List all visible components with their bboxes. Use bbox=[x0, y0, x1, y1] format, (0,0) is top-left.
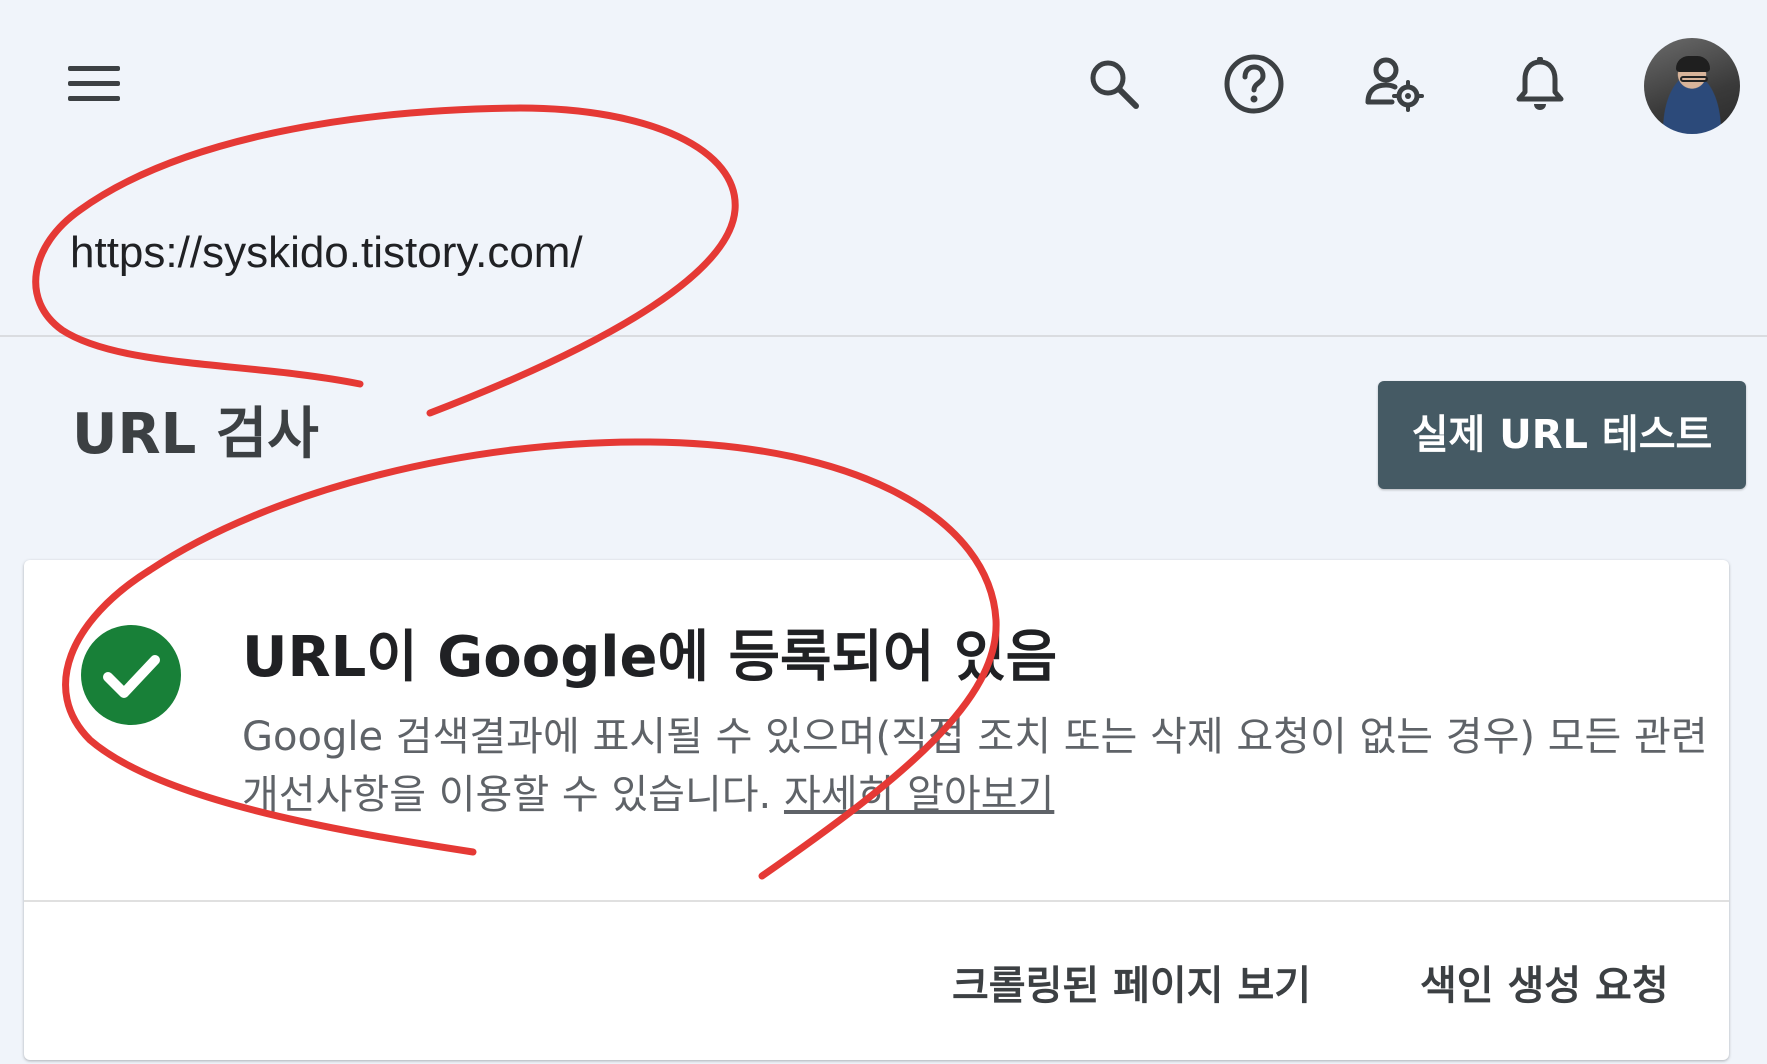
status-description: Google 검색결과에 표시될 수 있으며(직접 조치 또는 삭제 요청이 없… bbox=[242, 708, 1722, 824]
inspection-result-card: URL이 Google에 등록되어 있음 Google 검색결과에 표시될 수 … bbox=[24, 560, 1729, 1060]
check-circle-icon bbox=[80, 624, 182, 726]
manage-users-icon-graphic bbox=[1365, 57, 1424, 112]
property-url: https://syskido.tistory.com/ bbox=[70, 228, 583, 277]
avatar-glasses bbox=[1680, 76, 1708, 82]
status-title: URL이 Google에 등록되어 있음 bbox=[242, 625, 1058, 690]
menu-line bbox=[68, 81, 120, 86]
help-icon-graphic bbox=[1224, 54, 1284, 114]
top-bar bbox=[0, 0, 1767, 170]
notifications-bell-icon[interactable] bbox=[1508, 52, 1572, 116]
page-title: URL 검사 bbox=[72, 402, 319, 467]
user-avatar[interactable] bbox=[1644, 38, 1740, 134]
card-divider bbox=[24, 900, 1729, 902]
search-console-url-inspection: https://syskido.tistory.com/ URL 검사 실제 U… bbox=[0, 0, 1767, 1064]
search-icon-graphic bbox=[1090, 60, 1139, 109]
search-icon[interactable] bbox=[1082, 52, 1146, 116]
menu-line bbox=[68, 96, 120, 101]
bell-icon-graphic bbox=[1516, 57, 1564, 110]
view-crawled-page-button[interactable]: 크롤링된 페이지 보기 bbox=[952, 950, 1311, 1022]
manage-users-icon[interactable] bbox=[1362, 52, 1426, 116]
test-live-url-button[interactable]: 실제 URL 테스트 bbox=[1378, 381, 1746, 489]
check-circle-icon-graphic bbox=[81, 625, 181, 725]
avatar-hair bbox=[1676, 56, 1710, 72]
header-divider bbox=[0, 335, 1767, 337]
hamburger-menu-icon[interactable] bbox=[62, 60, 126, 108]
learn-more-link[interactable]: 자세히 알아보기 bbox=[784, 772, 1054, 818]
request-indexing-button[interactable]: 색인 생성 요청 bbox=[1420, 950, 1669, 1022]
help-icon[interactable] bbox=[1222, 52, 1286, 116]
menu-line bbox=[68, 66, 120, 71]
